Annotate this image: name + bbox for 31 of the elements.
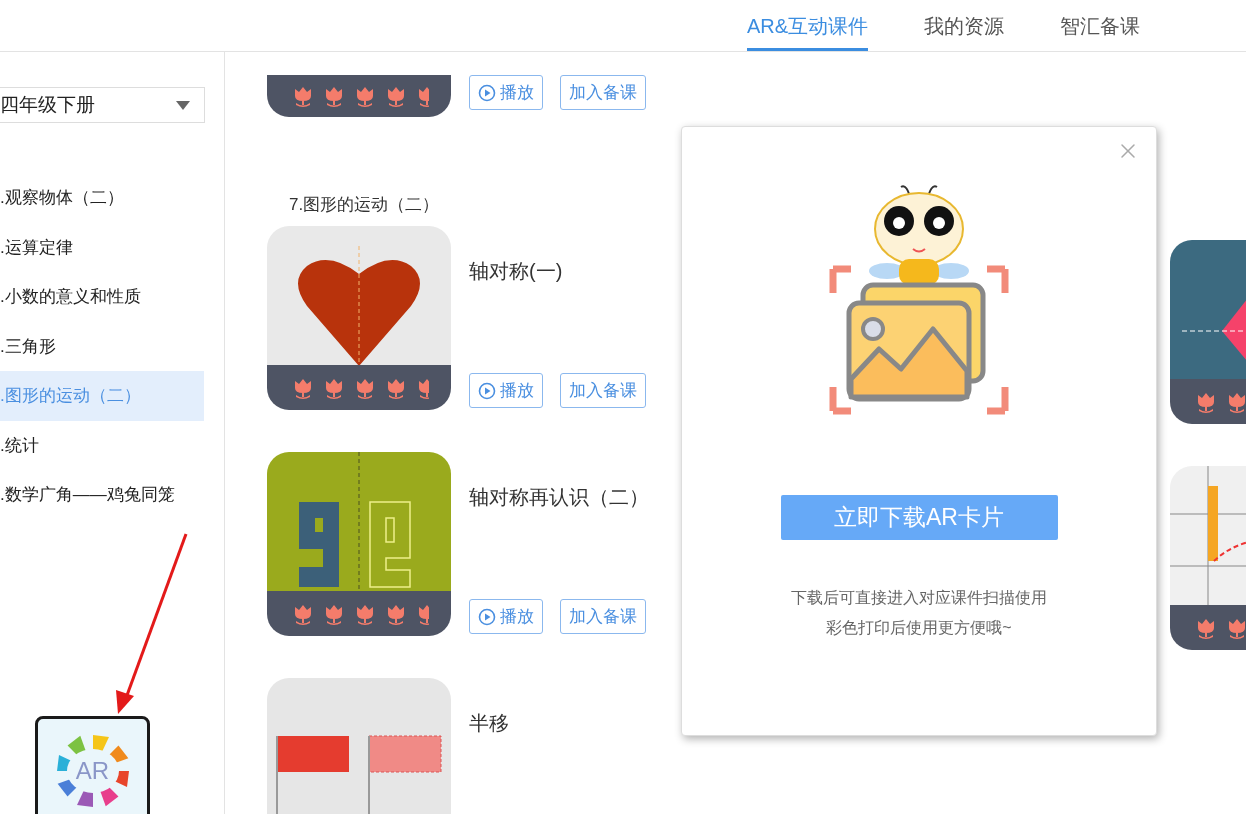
play-icon [478, 83, 496, 102]
play-button[interactable]: 播放 [469, 75, 543, 110]
download-button[interactable]: 立即下载AR卡片 [780, 495, 1058, 540]
add-to-lesson-button[interactable]: 加入备课 [560, 75, 646, 110]
dropdown-caret-icon [176, 100, 190, 110]
play-icon [478, 381, 496, 400]
hint-text: 下载后可直接进入对应课件扫描使用 [791, 588, 1047, 608]
chapter-item[interactable]: .小数的意义和性质 [0, 272, 204, 322]
course-title: 轴对称(一) [469, 259, 564, 284]
course-title: 轴对称再认识（二） [469, 485, 649, 510]
grade-select[interactable]: 四年级下册 [0, 87, 205, 123]
chapter-item[interactable]: .数学广角——鸡兔同笼 [0, 470, 204, 520]
add-to-lesson-button[interactable]: 加入备课 [560, 373, 646, 408]
course-title: 半移 [469, 711, 509, 736]
play-button[interactable]: 播放 [469, 373, 543, 408]
play-icon [478, 607, 496, 626]
chapter-item[interactable]: .三角形 [0, 321, 204, 371]
add-to-lesson-button[interactable]: 加入备课 [560, 599, 646, 634]
course-thumbnail[interactable] [267, 75, 451, 117]
ar-app-icon[interactable]: AR [35, 716, 150, 814]
nav-tab[interactable]: AR&互动课件 [746, 0, 868, 51]
chapter-item[interactable]: .图形的运动（二） [0, 371, 204, 421]
app-icon-label: AR [75, 756, 110, 786]
chapter-item[interactable]: .运算定律 [0, 222, 204, 272]
chapter-item[interactable]: .观察物体（二） [0, 173, 204, 223]
play-button[interactable]: 播放 [469, 599, 543, 634]
nav-tab[interactable]: 智汇备课 [1060, 0, 1140, 51]
section-title: 7.图形的运动（二） [289, 194, 441, 216]
nav-tab[interactable]: 我的资源 [924, 0, 1004, 51]
hint-text: 彩色打印后使用更方便哦~ [826, 618, 1012, 638]
chapter-item[interactable]: .统计 [0, 420, 204, 470]
